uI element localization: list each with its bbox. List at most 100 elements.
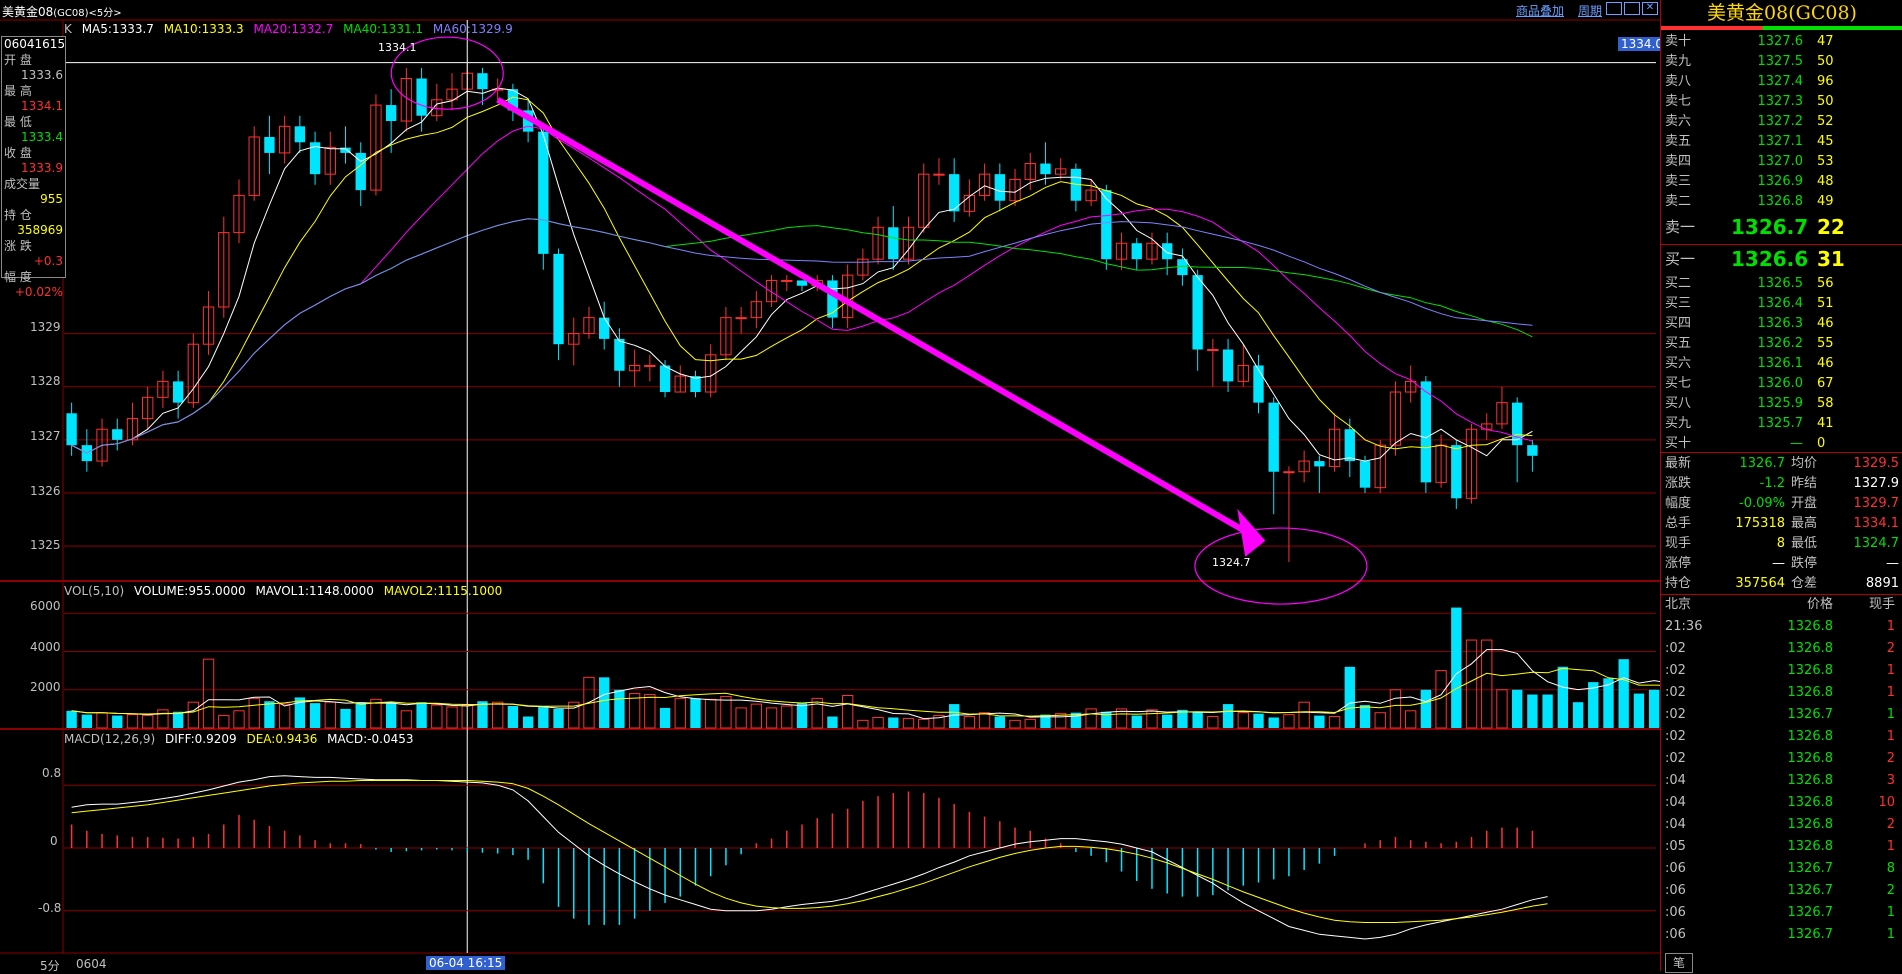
orderbook-row[interactable]: 卖五 1327.1 45 [1661, 132, 1902, 152]
candle-body [1283, 471, 1295, 474]
level-qty: 55 [1817, 336, 1834, 351]
volume-bar [978, 712, 991, 729]
stat-value: 1329.5 [1853, 456, 1900, 471]
window-nav-icon[interactable] [1624, 2, 1640, 15]
ma60-label: MA60:1329.9 [432, 22, 513, 36]
level-qty: 47 [1817, 34, 1834, 49]
volume-bar [507, 706, 519, 728]
volume-bar [918, 718, 930, 729]
volume-bar [963, 716, 976, 729]
ma60-line [71, 218, 1533, 454]
orderbook-row[interactable]: 买八 1325.9 58 [1661, 394, 1902, 414]
price-tick: 1326 [30, 484, 61, 498]
stat-row: 现手 8 最低 1324.7 [1661, 534, 1902, 554]
candle-body [781, 279, 793, 282]
candle-body [1253, 365, 1264, 403]
overlay-link[interactable]: 商品叠加 [1516, 2, 1564, 19]
candle-body [1131, 243, 1142, 260]
volume-bar [796, 703, 808, 728]
candle-body [1344, 429, 1355, 462]
tick-time: :06 [1665, 861, 1686, 876]
stat-key: 总手 [1665, 516, 1692, 531]
macd-value: MACD:-0.0453 [327, 732, 414, 746]
ma20-label: MA20:1332.7 [253, 22, 334, 36]
macd-tick: 0.8 [42, 766, 62, 780]
info-date: 06041615 [4, 37, 66, 51]
window-restore-icon[interactable] [1606, 2, 1622, 15]
volume-bar [126, 714, 139, 729]
volume-bar [538, 706, 549, 728]
volume-bar [1465, 639, 1478, 729]
stat-key: 最低 [1791, 536, 1818, 551]
volume-bar [872, 716, 884, 729]
tick-time: :02 [1665, 641, 1686, 656]
stat-key: 最新 [1665, 456, 1692, 471]
level-qty: 96 [1817, 74, 1834, 89]
tick-tab[interactable]: 笔 [1665, 953, 1693, 973]
volume-bar [1024, 718, 1036, 729]
orderbook-row[interactable]: 买七 1326.0 67 [1661, 374, 1902, 394]
tick-row: :02 1326.8 1 [1661, 682, 1902, 704]
tick-price: 1326.7 [1787, 905, 1834, 920]
trend-arrow-shaft [496, 97, 1245, 533]
volume-bar [1131, 715, 1142, 728]
orderbook-row[interactable]: 卖七 1327.3 50 [1661, 92, 1902, 112]
close-icon[interactable]: ✕ [1642, 2, 1658, 15]
tick-row: :06 1326.7 8 [1661, 858, 1902, 880]
orderbook-row[interactable]: 卖四 1327.0 53 [1661, 152, 1902, 172]
tick-price: 1326.8 [1787, 619, 1834, 634]
candle-body [599, 317, 610, 339]
level-label: 买三 [1665, 296, 1692, 311]
orderbook-row[interactable]: 买四 1326.3 46 [1661, 314, 1902, 334]
orderbook-row[interactable]: 买二 1326.5 56 [1661, 274, 1902, 294]
tick-time: :05 [1665, 839, 1686, 854]
orderbook-row[interactable]: 卖一 1326.7 22 [1661, 212, 1902, 242]
chart-canvas[interactable] [0, 0, 1660, 971]
volume-bar [1314, 715, 1325, 728]
stat-key: 均价 [1791, 456, 1818, 471]
info-value: 1333.6 [21, 68, 63, 82]
tick-time: :04 [1665, 817, 1686, 832]
orderbook-row[interactable]: 卖二 1326.8 49 [1661, 192, 1902, 212]
tick-vol: 2 [1886, 883, 1895, 898]
orderbook-row[interactable]: 卖九 1327.5 50 [1661, 52, 1902, 72]
tick-vol: 1 [1886, 685, 1895, 700]
window-controls: ✕ [1606, 2, 1658, 15]
orderbook-row[interactable]: 买三 1326.4 51 [1661, 294, 1902, 314]
tick-vol: 3 [1886, 773, 1895, 788]
tick-row: :02 1326.7 1 [1661, 704, 1902, 726]
stat-value: — [1886, 556, 1899, 571]
period-indicator[interactable]: 5分 [40, 957, 60, 974]
diff-line [71, 775, 1548, 940]
tick-vol: 2 [1886, 817, 1895, 832]
orderbook-row[interactable]: 卖六 1327.2 52 [1661, 112, 1902, 132]
orderbook-row[interactable]: 买五 1326.2 55 [1661, 334, 1902, 354]
ma10-label: MA10:1333.3 [163, 22, 244, 36]
tick-vol: 10 [1878, 795, 1895, 810]
volume-bar [66, 710, 77, 728]
level-qty: 52 [1817, 114, 1834, 129]
stat-key: 涨跌 [1665, 476, 1692, 491]
volume-bar [705, 698, 717, 729]
vol-tick: 4000 [30, 640, 61, 654]
orderbook-row[interactable]: 买十 — 0 [1661, 434, 1902, 454]
orderbook-row[interactable]: 买一 1326.6 31 [1661, 244, 1902, 274]
orderbook-row[interactable]: 买六 1326.1 46 [1661, 354, 1902, 374]
stat-value: 175318 [1735, 516, 1785, 531]
volume-bar [1328, 716, 1341, 729]
level-label: 卖十 [1665, 34, 1692, 49]
period-link[interactable]: 周期 [1578, 2, 1602, 19]
tick-price: 1326.8 [1787, 817, 1834, 832]
info-label: 成交量 [4, 176, 41, 191]
level-price: 1326.7 [1731, 215, 1809, 239]
volume-bar [1207, 716, 1219, 729]
candle-body [385, 105, 397, 122]
tick-row: :05 1326.8 1 [1661, 836, 1902, 858]
orderbook-row[interactable]: 卖十 1327.6 47 [1661, 32, 1902, 52]
ma40-label: MA40:1331.1 [343, 22, 424, 36]
ma-prefix: K [64, 22, 72, 36]
info-label: 持 仓 [4, 207, 32, 222]
orderbook-row[interactable]: 买九 1325.7 41 [1661, 414, 1902, 434]
orderbook-row[interactable]: 卖三 1326.9 48 [1661, 172, 1902, 192]
orderbook-row[interactable]: 卖八 1327.4 96 [1661, 72, 1902, 92]
